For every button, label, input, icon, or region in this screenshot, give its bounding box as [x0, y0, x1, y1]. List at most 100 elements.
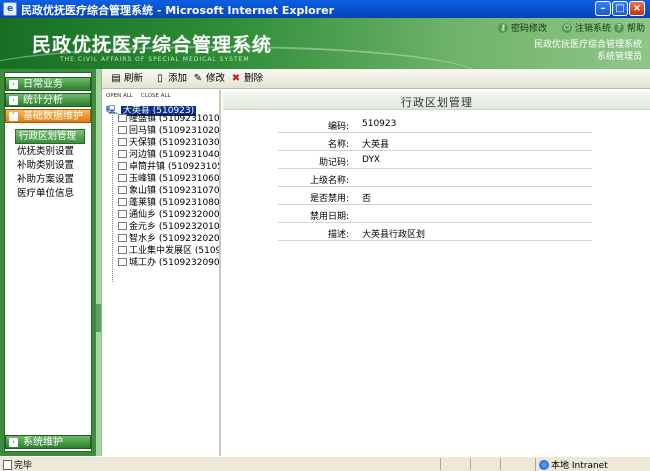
open-all-button[interactable]: OPEN ALL — [106, 93, 133, 99]
sidebar-item-subsidy-plan[interactable]: 补助方案设置 — [17, 173, 74, 186]
delete-button[interactable]: ✖ 删除 — [230, 72, 263, 86]
sidebar-section-daily[interactable]: › 日常业务 — [5, 77, 91, 91]
tree-node-label: 象山镇 (510923107000) — [129, 186, 220, 196]
new-page-icon: ▯ — [157, 73, 163, 84]
help-link[interactable]: ? 帮助 — [614, 21, 645, 34]
logout-icon: ⏻ — [562, 22, 572, 33]
page-icon — [118, 174, 127, 182]
tree-node[interactable]: 智水乡 (510923202000) — [118, 234, 220, 245]
main-content: ▤ 刷新 ▯ 添加 ✎ 修改 ✖ 删除 OPEN ALL CLOSE ALL 🖳… — [101, 69, 650, 456]
expand-icon: › — [9, 80, 18, 89]
field-label: 名称: — [327, 140, 349, 150]
page-icon — [118, 138, 127, 146]
tree-node[interactable]: 天保镇 (510923103000) — [118, 138, 220, 149]
expand-icon: › — [9, 438, 18, 447]
status-zone-label: 本地 Intranet — [551, 461, 608, 471]
sidebar-panel: › 日常业务 › 统计分析 ˅ 基础数据维护 行政区划管理 优抚类别设置 补助类… — [4, 72, 92, 452]
collapse-icon: ˅ — [9, 112, 18, 121]
page-icon — [118, 198, 127, 206]
status-zone: 本地 Intranet — [535, 458, 608, 471]
tree-node[interactable]: 象山镇 (510923107000) — [118, 186, 220, 197]
tree-node[interactable]: 通仙乡 (510923200000) — [118, 210, 220, 221]
status-divider — [470, 458, 471, 470]
tree-node-label: 城工办 (510923209000) — [129, 258, 220, 268]
tree-guide-line — [112, 112, 113, 282]
page-icon — [118, 114, 127, 122]
form-title: 行政区划管理 — [401, 96, 473, 109]
tree-node[interactable]: 隆盛镇 (510923101000) — [118, 114, 219, 125]
tree-node-label: 卓筒井镇 (510923105000) — [129, 162, 219, 172]
sidebar-section-label: 系统维护 — [23, 437, 63, 448]
help-label: 帮助 — [627, 24, 646, 34]
minimize-button[interactable]: – — [595, 1, 611, 16]
refresh-button[interactable]: ▤ 刷新 — [110, 72, 143, 86]
tree-node-label: 天保镇 (510923103000) — [129, 138, 220, 148]
field-parent: 上级名称: — [278, 169, 592, 187]
status-text: 完毕 — [14, 461, 33, 471]
logout-link[interactable]: ⏻ 注销系统 — [562, 21, 611, 34]
status-left: 完毕 — [3, 458, 32, 471]
tree-node-label: 蓬莱镇 (510923108000) — [129, 198, 220, 208]
tree-node-label: 通仙乡 (510923200000) — [129, 210, 220, 220]
field-value: 大英县 — [362, 140, 390, 150]
sidebar-section-system[interactable]: › 系统维护 — [5, 435, 91, 449]
user-info-role: 系统管理员 — [596, 52, 642, 62]
close-all-button[interactable]: CLOSE ALL — [141, 93, 171, 99]
field-value: DYX — [362, 155, 381, 165]
status-divider — [500, 458, 501, 470]
page-icon — [118, 186, 127, 194]
field-value: 大英县行政区划 — [362, 230, 426, 240]
edit-button[interactable]: ✎ 修改 — [192, 72, 225, 86]
page-icon — [118, 210, 127, 218]
tree-node[interactable]: 工业集中发展区 (510923200 — [118, 246, 219, 257]
ie-icon: e — [3, 2, 17, 16]
app-banner: 民政优抚医疗综合管理系统 THE CIVIL AFFAIRS OF SPECIA… — [0, 18, 650, 69]
field-value: 510923 — [362, 119, 397, 129]
add-label: 添加 — [168, 73, 188, 84]
sidebar-item-subsidy-type[interactable]: 补助类别设置 — [17, 159, 74, 172]
sidebar-item-category[interactable]: 优抚类别设置 — [17, 145, 74, 158]
page-icon — [118, 246, 127, 254]
tree-node-label: 智水乡 (510923202000) — [129, 234, 220, 244]
sidebar-section-label: 统计分析 — [23, 95, 63, 106]
sidebar-section-stats[interactable]: › 统计分析 — [5, 93, 91, 107]
sidebar-item-medical-unit[interactable]: 医疗单位信息 — [17, 187, 74, 200]
tree-node[interactable]: 回马镇 (510923102000) — [118, 126, 220, 137]
sidebar-item-district[interactable]: 行政区划管理 — [15, 129, 85, 144]
tree-node[interactable]: 城工办 (510923209000) — [118, 258, 220, 269]
tree-node-label: 回马镇 (510923102000) — [129, 126, 220, 136]
field-mnemonic: 助记码: DYX — [278, 151, 592, 169]
window-title: 民政优抚医疗综合管理系统 - Microsoft Internet Explor… — [21, 4, 334, 17]
status-bar: 完毕 本地 Intranet — [0, 456, 650, 471]
tree-node[interactable]: 河边镇 (510923104000) — [118, 150, 219, 161]
help-icon: ? — [614, 22, 624, 33]
page-icon — [118, 234, 127, 242]
field-label: 描述: — [327, 230, 349, 240]
form-header: 行政区划管理 — [223, 91, 650, 110]
tree-node[interactable]: 金元乡 (510923201000) — [118, 222, 219, 233]
close-button[interactable]: × — [629, 1, 645, 16]
expand-icon: › — [9, 96, 18, 105]
maximize-button[interactable]: □ — [612, 1, 628, 16]
tree-node[interactable]: 玉峰镇 (510923106000) — [118, 174, 219, 185]
delete-icon: ✖ — [231, 73, 241, 84]
refresh-label: 刷新 — [124, 73, 144, 84]
tree-node[interactable]: 卓筒井镇 (510923105000) — [118, 162, 219, 173]
page-icon — [118, 222, 127, 230]
sidebar-section-basedata[interactable]: ˅ 基础数据维护 — [5, 109, 91, 123]
toolbar: ▤ 刷新 ▯ 添加 ✎ 修改 ✖ 删除 — [102, 69, 650, 89]
field-label: 编码: — [327, 122, 349, 132]
window-titlebar: e 民政优抚医疗综合管理系统 - Microsoft Internet Expl… — [0, 0, 650, 18]
field-disabled: 是否禁用: 否 — [278, 187, 592, 205]
add-button[interactable]: ▯ 添加 — [154, 72, 187, 86]
intranet-icon — [539, 459, 549, 470]
edit-label: 修改 — [206, 73, 226, 84]
page-icon — [118, 126, 127, 134]
page-icon — [118, 150, 127, 158]
change-password-link[interactable]: ⚷ 密码修改 — [498, 21, 547, 34]
key-icon: ⚷ — [498, 22, 508, 33]
tree-node[interactable]: 蓬莱镇 (510923108000) — [118, 198, 220, 209]
field-label: 上级名称: — [309, 176, 349, 186]
user-info-system: 民政优抚医疗综合管理系统 — [533, 40, 642, 50]
app-title: 民政优抚医疗综合管理系统 — [32, 34, 273, 56]
